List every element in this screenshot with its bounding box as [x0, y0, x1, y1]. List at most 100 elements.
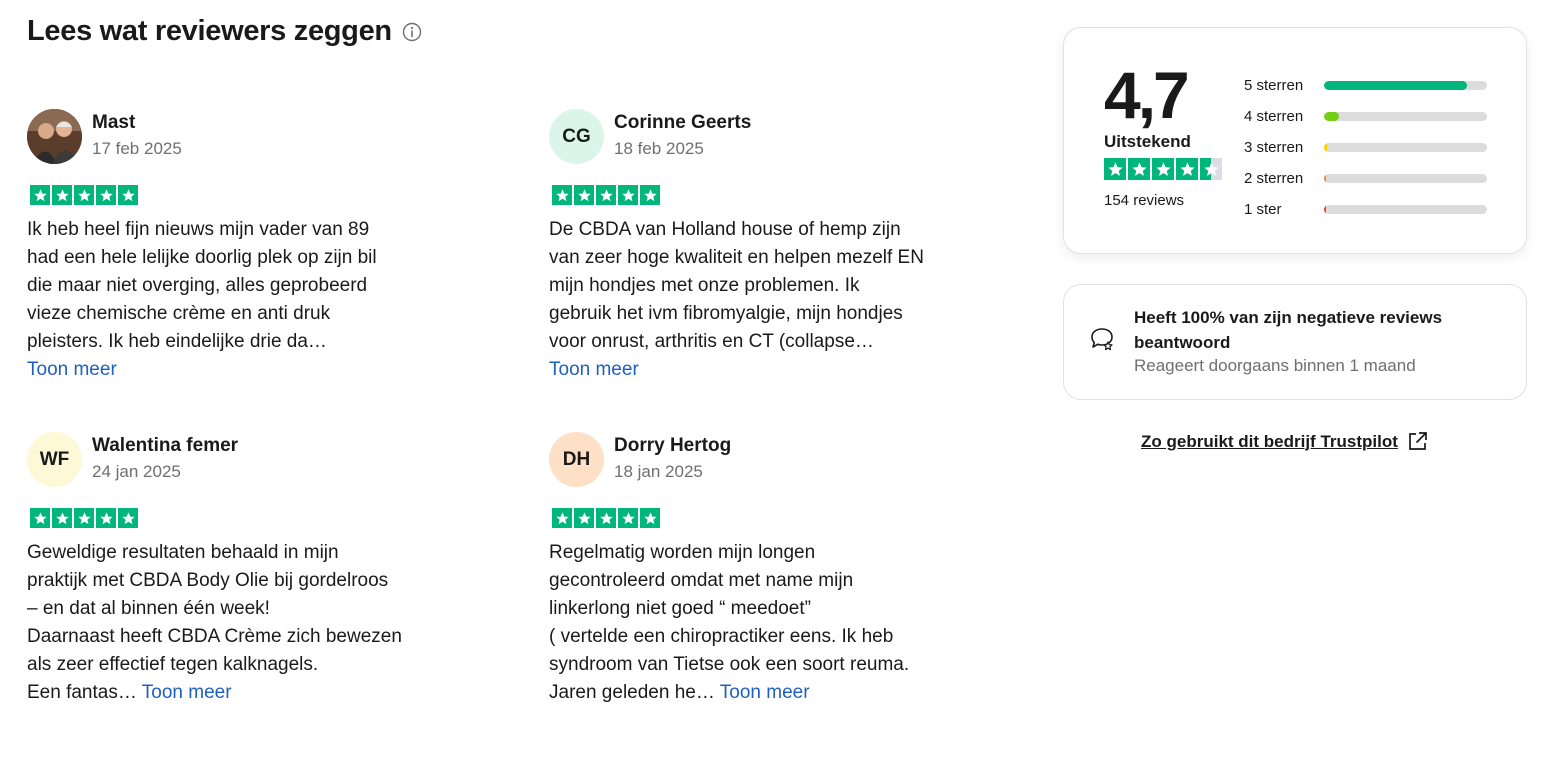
review-text-line: praktijk met CBDA Body Olie bij gordelro…: [27, 570, 389, 591]
summary-star-rating: [1104, 158, 1222, 180]
star-icon: [596, 185, 616, 205]
rating-distribution: 5 sterren 4 sterren 3 sterren 2 sterren …: [1244, 70, 1487, 225]
distribution-fill: [1324, 143, 1328, 152]
star-icon: [52, 185, 72, 205]
star-icon: [618, 185, 638, 205]
review-text: De CBDA van Holland house of hemp zijn v…: [549, 216, 974, 384]
review-text-line: als zeer effectief tegen kalknagels.: [27, 654, 319, 675]
star-icon: [52, 508, 72, 528]
distribution-fill: [1324, 205, 1327, 214]
review-card: Mast 17 feb 2025 Ik heb heel fijn nieuws…: [27, 109, 467, 384]
distribution-bar: [1324, 143, 1487, 152]
review-count[interactable]: 154 reviews: [1104, 192, 1184, 209]
star-rating: [552, 508, 989, 528]
avatar: [27, 109, 82, 164]
review-text-line: die maar niet overging, alles geprobeerd: [27, 275, 368, 296]
review-text-line: pleisters. Ik heb eindelijke drie da…: [27, 331, 327, 352]
distribution-label: 4 sterren: [1244, 108, 1304, 125]
show-more-link[interactable]: Toon meer: [142, 682, 232, 703]
review-date: 17 feb 2025: [92, 139, 182, 158]
star-icon: [574, 185, 594, 205]
star-rating: [30, 508, 467, 528]
reviewer-name[interactable]: Corinne Geerts: [614, 111, 751, 134]
review-text-line: ( vertelde een chiropractiker eens. Ik h…: [549, 626, 894, 647]
distribution-fill: [1324, 81, 1468, 90]
reviewer-name[interactable]: Mast: [92, 111, 182, 134]
distribution-row[interactable]: 3 sterren: [1244, 132, 1487, 163]
star-icon: [596, 508, 616, 528]
review-text-line: gebruik het ivm fibromyalgie, mijn hondj…: [549, 303, 903, 324]
review-card: DH Dorry Hertog 18 jan 2025 Regelmatig w…: [549, 432, 989, 707]
star-icon: [30, 508, 50, 528]
review-text-line: mijn hondjes met onze problemen. Ik: [549, 275, 860, 296]
distribution-row[interactable]: 4 sterren: [1244, 101, 1487, 132]
trustpilot-usage-link[interactable]: Zo gebruikt dit bedrijf Trustpilot: [1141, 431, 1428, 452]
distribution-label: 3 sterren: [1244, 139, 1304, 156]
star-icon: [640, 185, 660, 205]
distribution-fill: [1324, 174, 1327, 183]
info-circle-icon[interactable]: [402, 22, 422, 42]
review-header: WF Walentina femer 24 jan 2025: [27, 432, 467, 488]
show-more-link[interactable]: Toon meer: [720, 682, 810, 703]
distribution-label: 1 ster: [1244, 201, 1282, 218]
distribution-bar: [1324, 112, 1487, 121]
star-rating: [552, 185, 989, 205]
review-text-line: – en dat al binnen één week!: [27, 598, 270, 619]
reply-rate-text: Heeft 100% van zijn negatieve reviews be…: [1134, 308, 1443, 352]
review-header: Mast 17 feb 2025: [27, 109, 467, 165]
review-text: Regelmatig worden mijn longen gecontrole…: [549, 539, 974, 707]
review-date: 18 jan 2025: [614, 462, 703, 481]
reviewer-name[interactable]: Dorry Hertog: [614, 434, 731, 457]
star-icon: [552, 185, 572, 205]
review-text-line: Ik heb heel fijn nieuws mijn vader van 8…: [27, 219, 370, 240]
distribution-bar: [1324, 205, 1487, 214]
distribution-row[interactable]: 5 sterren: [1244, 70, 1487, 101]
star-icon: [74, 508, 94, 528]
star-icon: [574, 508, 594, 528]
review-text-line: voor onrust, arthritis en CT (collapse…: [549, 331, 874, 352]
distribution-bar: [1324, 81, 1487, 90]
review-header: DH Dorry Hertog 18 jan 2025: [549, 432, 989, 488]
review-text-line: Jaren geleden he…: [549, 682, 715, 703]
distribution-label: 5 sterren: [1244, 77, 1304, 94]
distribution-row[interactable]: 1 ster: [1244, 194, 1487, 225]
page-title: Lees wat reviewers zeggen: [27, 15, 392, 47]
star-icon: [96, 185, 116, 205]
show-more-link[interactable]: Toon meer: [27, 359, 117, 380]
external-link-icon: [1407, 431, 1428, 452]
star-icon: [1104, 158, 1126, 180]
avatar: DH: [549, 432, 604, 487]
reviewer-name[interactable]: Walentina femer: [92, 434, 238, 457]
trustpilot-usage-label[interactable]: Zo gebruikt dit bedrijf Trustpilot: [1141, 432, 1398, 452]
review-header: CG Corinne Geerts 18 feb 2025: [549, 109, 989, 165]
rating-summary-card: 4,7 Uitstekend 154 reviews 5 sterren 4 s…: [1063, 27, 1527, 254]
speech-bubble-star-icon: [1088, 325, 1116, 353]
star-icon: [118, 508, 138, 528]
review-text-line: van zeer hoge kwaliteit en helpen mezelf…: [549, 247, 924, 268]
review-text-line: vieze chemische crème en anti druk: [27, 303, 331, 324]
star-icon: [1128, 158, 1150, 180]
rating-verdict: Uitstekend: [1104, 132, 1191, 151]
star-icon: [96, 508, 116, 528]
distribution-bar: [1324, 174, 1487, 183]
star-icon: [640, 508, 660, 528]
review-date: 18 feb 2025: [614, 139, 704, 158]
review-text-line: Een fantas…: [27, 682, 137, 703]
review-text-line: linkerlong niet goed “ meedoet”: [549, 598, 811, 619]
distribution-row[interactable]: 2 sterren: [1244, 163, 1487, 194]
reply-time-text: Reageert doorgaans binnen 1 maand: [1134, 356, 1416, 375]
review-text-line: Regelmatig worden mijn longen: [549, 542, 816, 563]
star-icon: [74, 185, 94, 205]
reply-stats-card: Heeft 100% van zijn negatieve reviews be…: [1063, 284, 1527, 400]
trust-score: 4,7: [1104, 58, 1190, 132]
star-icon: [618, 508, 638, 528]
star-icon: [1176, 158, 1198, 180]
avatar: CG: [549, 109, 604, 164]
review-text-line: De CBDA van Holland house of hemp zijn: [549, 219, 901, 240]
avatar: WF: [27, 432, 82, 487]
show-more-link[interactable]: Toon meer: [549, 359, 639, 380]
star-icon: [118, 185, 138, 205]
review-text-line: Geweldige resultaten behaald in mijn: [27, 542, 339, 563]
star-icon: [1152, 158, 1174, 180]
review-text-line: syndroom van Tietse ook een soort reuma.: [549, 654, 910, 675]
